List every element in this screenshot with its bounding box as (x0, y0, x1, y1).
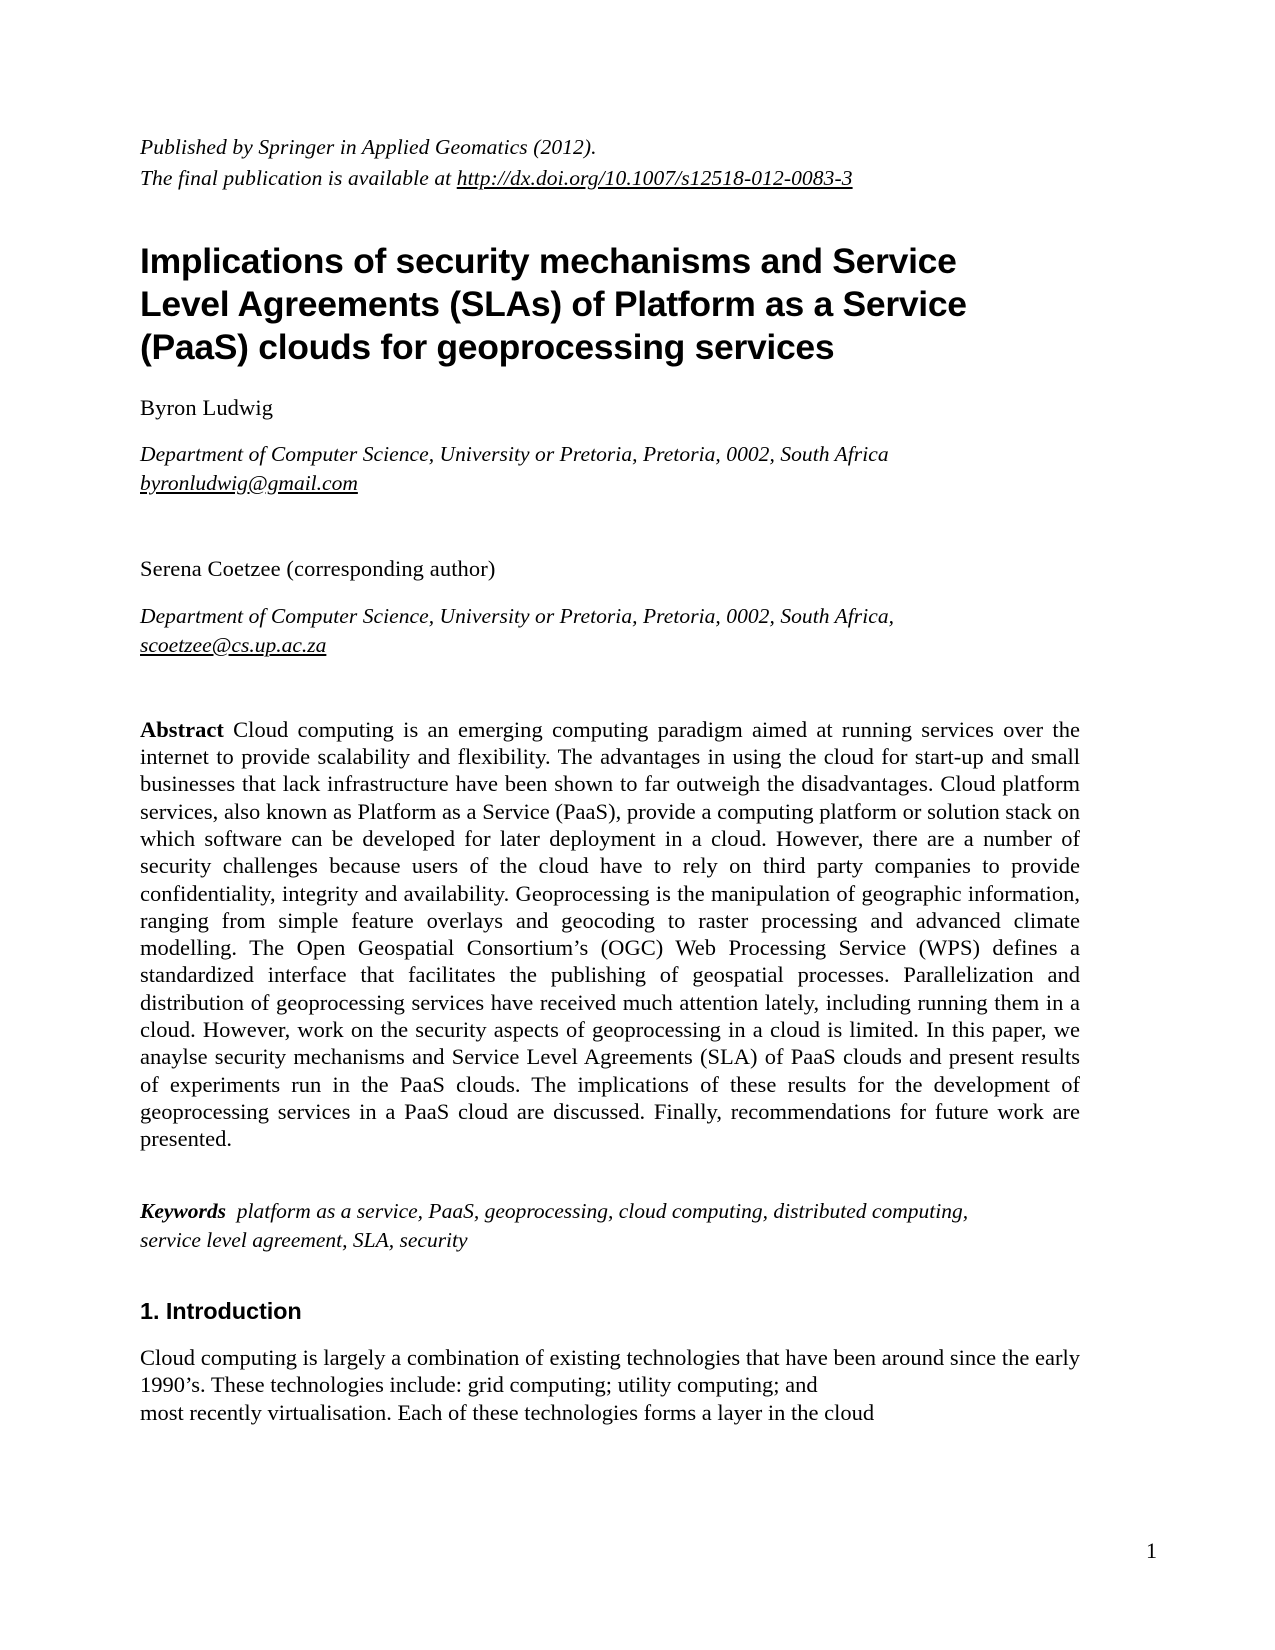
author-affiliation: Department of Computer Science, Universi… (140, 603, 895, 628)
publication-header-line-1: Published by Springer in Applied Geomati… (140, 135, 597, 159)
publication-availability-text: The final publication is available at (140, 166, 457, 190)
section-paragraph-last-line: most recently virtualisation. Each of th… (140, 1399, 875, 1425)
publication-header: Published by Springer in Applied Geomati… (140, 132, 1080, 194)
abstract-text: Cloud computing is an emerging computing… (140, 716, 1080, 1152)
author-affiliation: Department of Computer Science, Universi… (140, 441, 889, 466)
author-email[interactable]: byronludwig@gmail.com (140, 469, 1080, 498)
author-block-2: Serena Coetzee (corresponding author) De… (140, 554, 1080, 660)
author-email[interactable]: scoetzee@cs.up.ac.za (140, 631, 1080, 660)
section-paragraph: Cloud computing is largely a combination… (140, 1344, 1080, 1426)
page-title: Implications of security mechanisms and … (140, 241, 967, 367)
doi-link[interactable]: http://dx.doi.org/10.1007/s12518-012-008… (457, 166, 853, 190)
publication-header-line-2: The final publication is available at ht… (140, 163, 1080, 194)
abstract-label: Abstract (140, 716, 224, 742)
author-name: Serena Coetzee (corresponding author) (140, 555, 496, 581)
abstract-section: Abstract Cloud computing is an emerging … (140, 716, 1080, 1153)
author-name: Byron Ludwig (140, 394, 274, 420)
page-number: 1 (1146, 1538, 1157, 1563)
keywords-label: Keywords (140, 1198, 226, 1223)
document-page: Published by Springer in Applied Geomati… (0, 0, 1275, 1650)
section-paragraph-text: Cloud computing is largely a combination… (140, 1345, 1080, 1398)
keywords-section: Keywords platform as a service, PaaS, ge… (140, 1197, 1020, 1255)
section-heading-introduction: 1. Introduction (140, 1297, 302, 1324)
keywords-text: platform as a service, PaaS, geoprocessi… (140, 1198, 969, 1252)
page-content: Published by Springer in Applied Geomati… (140, 132, 1080, 1426)
author-block-1: Byron Ludwig Department of Computer Scie… (140, 393, 1080, 498)
